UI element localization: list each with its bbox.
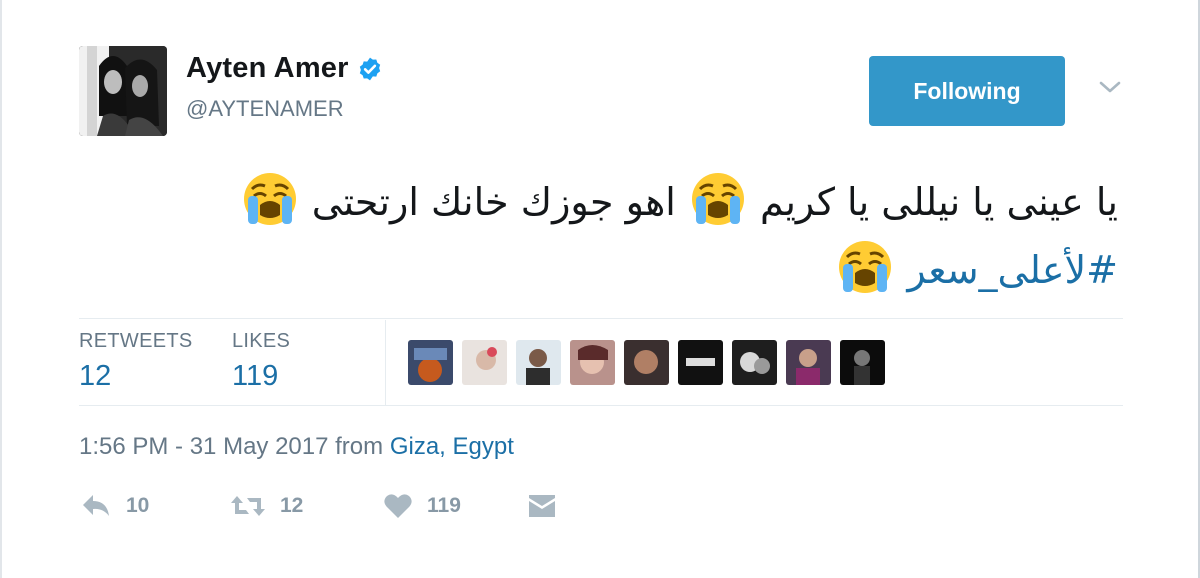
crying-emoji-icon bbox=[243, 173, 296, 225]
user-handle[interactable]: @AYTENAMER bbox=[186, 96, 344, 122]
liker-avatar[interactable] bbox=[408, 340, 453, 385]
crying-emoji-icon bbox=[691, 173, 744, 225]
avatar[interactable] bbox=[79, 46, 167, 136]
crying-emoji-icon bbox=[839, 241, 892, 293]
user-name[interactable]: Ayten Amer bbox=[186, 52, 349, 85]
reply-count: 10 bbox=[126, 494, 150, 517]
liker-avatar[interactable] bbox=[678, 340, 723, 385]
likes-label[interactable]: LIKES bbox=[232, 330, 290, 353]
place-comma: , bbox=[439, 433, 446, 460]
tweet-text-part-1: يا عينى يا نيللى يا كريم bbox=[760, 180, 1118, 224]
like-action[interactable]: 119 bbox=[383, 492, 461, 520]
following-button[interactable]: Following bbox=[869, 56, 1065, 126]
verified-badge-icon bbox=[359, 57, 380, 80]
divider bbox=[79, 318, 1123, 319]
stats-separator bbox=[385, 320, 386, 405]
tweet-line-2: #لأعلى_سعر bbox=[118, 236, 1118, 304]
retweets-count[interactable]: 12 bbox=[79, 360, 111, 393]
reply-icon bbox=[83, 495, 109, 516]
tweet-text-part-2: اهو جوزك خانك ارتحتى bbox=[311, 180, 676, 224]
tweet-meta: 1:56 PM - 31 May 2017 from Giza, Egypt bbox=[79, 433, 514, 461]
liker-avatar[interactable] bbox=[624, 340, 669, 385]
retweet-icon bbox=[231, 496, 265, 516]
liker-avatar[interactable] bbox=[786, 340, 831, 385]
timestamp[interactable]: 1:56 PM - 31 May 2017 bbox=[79, 433, 328, 460]
heart-icon bbox=[384, 494, 412, 518]
window-edge-left bbox=[0, 0, 2, 578]
hashtag-link[interactable]: #لأعلى_سعر bbox=[907, 248, 1118, 292]
like-count: 119 bbox=[427, 494, 461, 517]
liker-avatar[interactable] bbox=[462, 340, 507, 385]
retweet-count: 12 bbox=[280, 494, 304, 517]
envelope-icon bbox=[529, 495, 555, 517]
place-city-link[interactable]: Giza bbox=[390, 433, 439, 460]
tweet-line-1: يا عينى يا نيللى يا كريم اهو جوزك خانك ا… bbox=[118, 168, 1118, 236]
chevron-down-icon[interactable] bbox=[1097, 74, 1123, 100]
liker-avatar[interactable] bbox=[570, 340, 615, 385]
user-name-row: Ayten Amer bbox=[186, 52, 383, 85]
likes-count[interactable]: 119 bbox=[232, 360, 278, 393]
liker-avatar[interactable] bbox=[840, 340, 885, 385]
retweets-label[interactable]: RETWEETS bbox=[79, 330, 193, 353]
divider bbox=[79, 405, 1123, 406]
liker-avatar[interactable] bbox=[732, 340, 777, 385]
likers-avatars bbox=[408, 340, 885, 385]
retweet-action[interactable]: 12 bbox=[230, 492, 303, 520]
reply-action[interactable]: 10 bbox=[80, 492, 149, 520]
direct-message-action[interactable] bbox=[527, 492, 557, 520]
tweet-text: يا عينى يا نيللى يا كريم اهو جوزك خانك ا… bbox=[118, 168, 1118, 304]
from-label: from bbox=[335, 433, 384, 460]
liker-avatar[interactable] bbox=[516, 340, 561, 385]
place-country-link[interactable]: Egypt bbox=[453, 433, 514, 460]
